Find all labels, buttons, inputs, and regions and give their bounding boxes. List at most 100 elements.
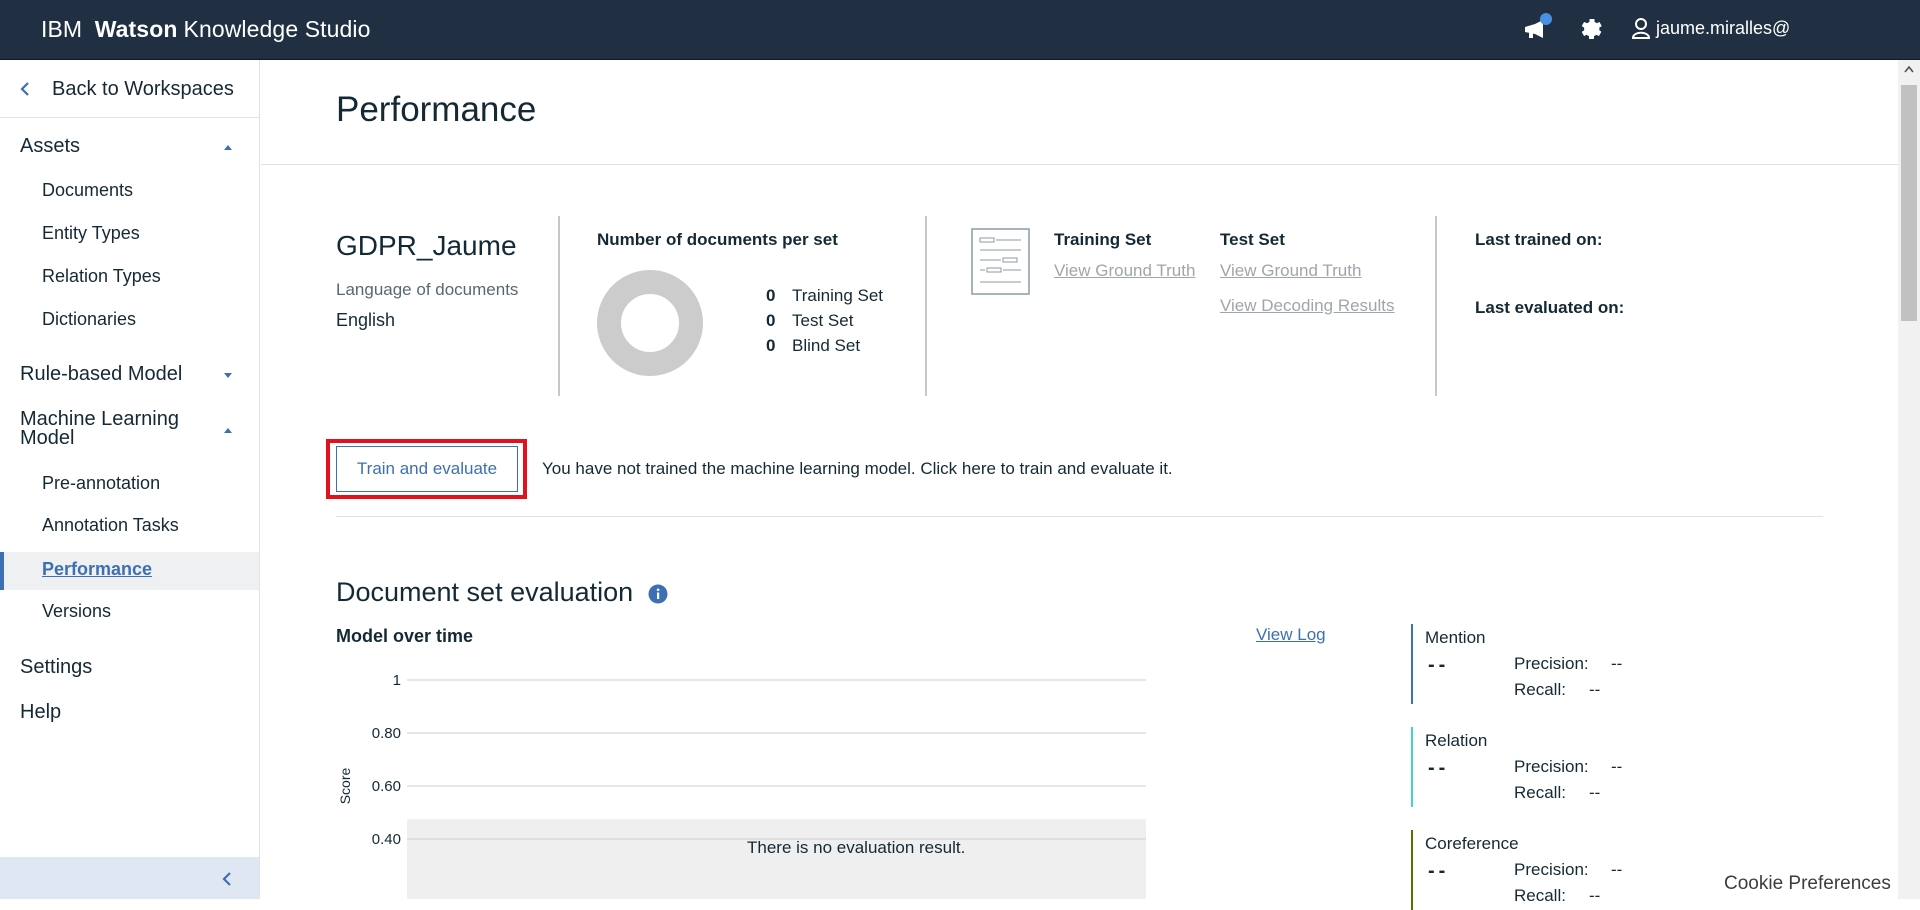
metric-color-bar: [1411, 727, 1413, 807]
brand-ibm: IBM: [41, 16, 83, 42]
collapse-sidebar-icon[interactable]: [222, 871, 232, 887]
recall-label: Recall:: [1514, 886, 1566, 905]
count-value: 0: [766, 286, 776, 305]
docs-per-set-heading: Number of documents per set: [597, 230, 838, 249]
metric-name: Mention: [1425, 628, 1486, 647]
page-title: Performance: [336, 90, 537, 129]
sidebar-collapse-bar[interactable]: [0, 857, 259, 899]
language-value: English: [336, 310, 396, 330]
brand-watson: Watson: [94, 16, 178, 42]
precision-value: --: [1611, 860, 1623, 879]
metric-value: --: [1428, 757, 1450, 779]
count-value: 0: [766, 311, 776, 330]
sidebar-item-documents[interactable]: Documents: [42, 180, 133, 201]
precision-label: Precision:: [1514, 860, 1589, 879]
set-count-test: 0 Test Set: [766, 311, 853, 331]
metric-value: --: [1428, 860, 1450, 882]
recall-label: Recall:: [1514, 783, 1566, 802]
count-label: Test Set: [792, 311, 854, 330]
count-value: 0: [766, 336, 776, 355]
gear-icon[interactable]: [1578, 16, 1606, 44]
last-evaluated-label: Last evaluated on:: [1475, 298, 1625, 317]
view-decoding-results-link[interactable]: View Decoding Results: [1220, 296, 1395, 316]
precision-label: Precision:: [1514, 757, 1589, 776]
main-content: Performance GDPR_Jaume Language of docum…: [261, 60, 1898, 910]
back-label: Back to Workspaces: [52, 78, 234, 100]
training-set-title: Training Set: [1054, 230, 1152, 249]
set-count-blind: 0 Blind Set: [766, 336, 860, 356]
train-message: You have not trained the machine learnin…: [542, 459, 1173, 478]
y-tick-label: 0.80: [372, 725, 401, 742]
sidebar-item-dictionaries[interactable]: Dictionaries: [42, 309, 136, 330]
y-axis-label: Score: [337, 768, 353, 805]
chevron-left-icon: [20, 82, 29, 96]
metric-value: --: [1428, 654, 1450, 676]
precision-label: Precision:: [1514, 654, 1589, 673]
precision-value: --: [1611, 654, 1623, 673]
document-set-icon: [971, 228, 1030, 295]
recall-value: --: [1589, 886, 1601, 905]
divider: [925, 216, 927, 396]
sidebar: Back to Workspaces Assets Documents Enti…: [0, 60, 260, 899]
caret-up-icon[interactable]: [224, 145, 232, 150]
model-over-time-title: Model over time: [336, 626, 474, 646]
metric-name: Relation: [1425, 731, 1488, 750]
y-tick-label: 1: [393, 672, 401, 689]
page-header: Performance: [261, 60, 1898, 165]
recall-value: --: [1589, 680, 1601, 699]
info-icon[interactable]: [648, 584, 668, 604]
no-evaluation-result-text: There is no evaluation result.: [747, 838, 966, 857]
model-over-time-chart: 1 0.80 0.60 0.40 Score: [337, 672, 1146, 899]
y-tick-label: 0.60: [372, 778, 401, 795]
scroll-up-arrow-icon[interactable]: [1904, 65, 1914, 73]
brand-product: Knowledge Studio: [183, 16, 371, 42]
back-to-workspaces[interactable]: Back to Workspaces: [0, 60, 259, 118]
divider: [1435, 216, 1437, 396]
sidebar-item-entity-types[interactable]: Entity Types: [42, 223, 140, 244]
set-count-training: 0 Training Set: [766, 286, 883, 306]
sidebar-section-rule-based-model[interactable]: Rule-based Model: [20, 363, 182, 386]
sidebar-item-annotation-tasks[interactable]: Annotation Tasks: [42, 515, 179, 536]
scrollbar-thumb[interactable]: [1901, 85, 1917, 321]
view-log-link[interactable]: View Log: [1256, 625, 1326, 645]
workspace-name: GDPR_Jaume: [336, 230, 517, 261]
announcement-icon[interactable]: [1522, 13, 1552, 44]
document-set-evaluation-title: Document set evaluation: [336, 577, 634, 607]
section-divider: [336, 516, 1823, 517]
sidebar-section-assets[interactable]: Assets: [20, 135, 80, 158]
metric-color-bar: [1411, 830, 1413, 910]
notification-dot: [1540, 13, 1552, 25]
precision-value: --: [1611, 757, 1623, 776]
count-label: Training Set: [792, 286, 884, 305]
train-and-evaluate-button[interactable]: Train and evaluate: [336, 446, 518, 492]
test-view-ground-truth-link[interactable]: View Ground Truth: [1220, 261, 1361, 281]
sidebar-item-performance[interactable]: Performance: [42, 559, 152, 580]
empty-state-band: [407, 819, 1146, 899]
count-label: Blind Set: [792, 336, 861, 355]
sidebar-section-help[interactable]: Help: [20, 701, 61, 724]
sidebar-section-settings[interactable]: Settings: [20, 656, 92, 679]
test-set-title: Test Set: [1220, 230, 1285, 249]
sidebar-item-versions[interactable]: Versions: [42, 601, 111, 622]
last-trained-label: Last trained on:: [1475, 230, 1603, 249]
documents-donut-chart: [597, 270, 703, 376]
app-brand[interactable]: IBM Watson Knowledge Studio: [41, 16, 371, 43]
caret-up-icon[interactable]: [224, 428, 232, 433]
recall-label: Recall:: [1514, 680, 1566, 699]
recall-value: --: [1589, 783, 1601, 802]
user-name: jaume.miralles@: [1656, 17, 1791, 38]
training-view-ground-truth-link[interactable]: View Ground Truth: [1054, 261, 1195, 281]
y-tick-label: 0.40: [372, 831, 401, 848]
top-bar: IBM Watson Knowledge Studio jaume.miralle…: [0, 0, 1920, 60]
metric-color-bar: [1411, 624, 1413, 704]
cookie-preferences-link[interactable]: Cookie Preferences: [1724, 873, 1891, 895]
user-menu[interactable]: jaume.miralles@: [1632, 17, 1790, 39]
sidebar-item-pre-annotation[interactable]: Pre-annotation: [42, 473, 160, 494]
metric-name: Coreference: [1425, 834, 1519, 853]
user-icon: [1632, 18, 1650, 39]
sidebar-section-ml-model-line2[interactable]: Model: [20, 427, 74, 450]
sidebar-item-relation-types[interactable]: Relation Types: [42, 266, 161, 287]
language-label: Language of documents: [336, 280, 519, 299]
divider: [558, 216, 560, 396]
caret-down-icon[interactable]: [224, 373, 232, 378]
